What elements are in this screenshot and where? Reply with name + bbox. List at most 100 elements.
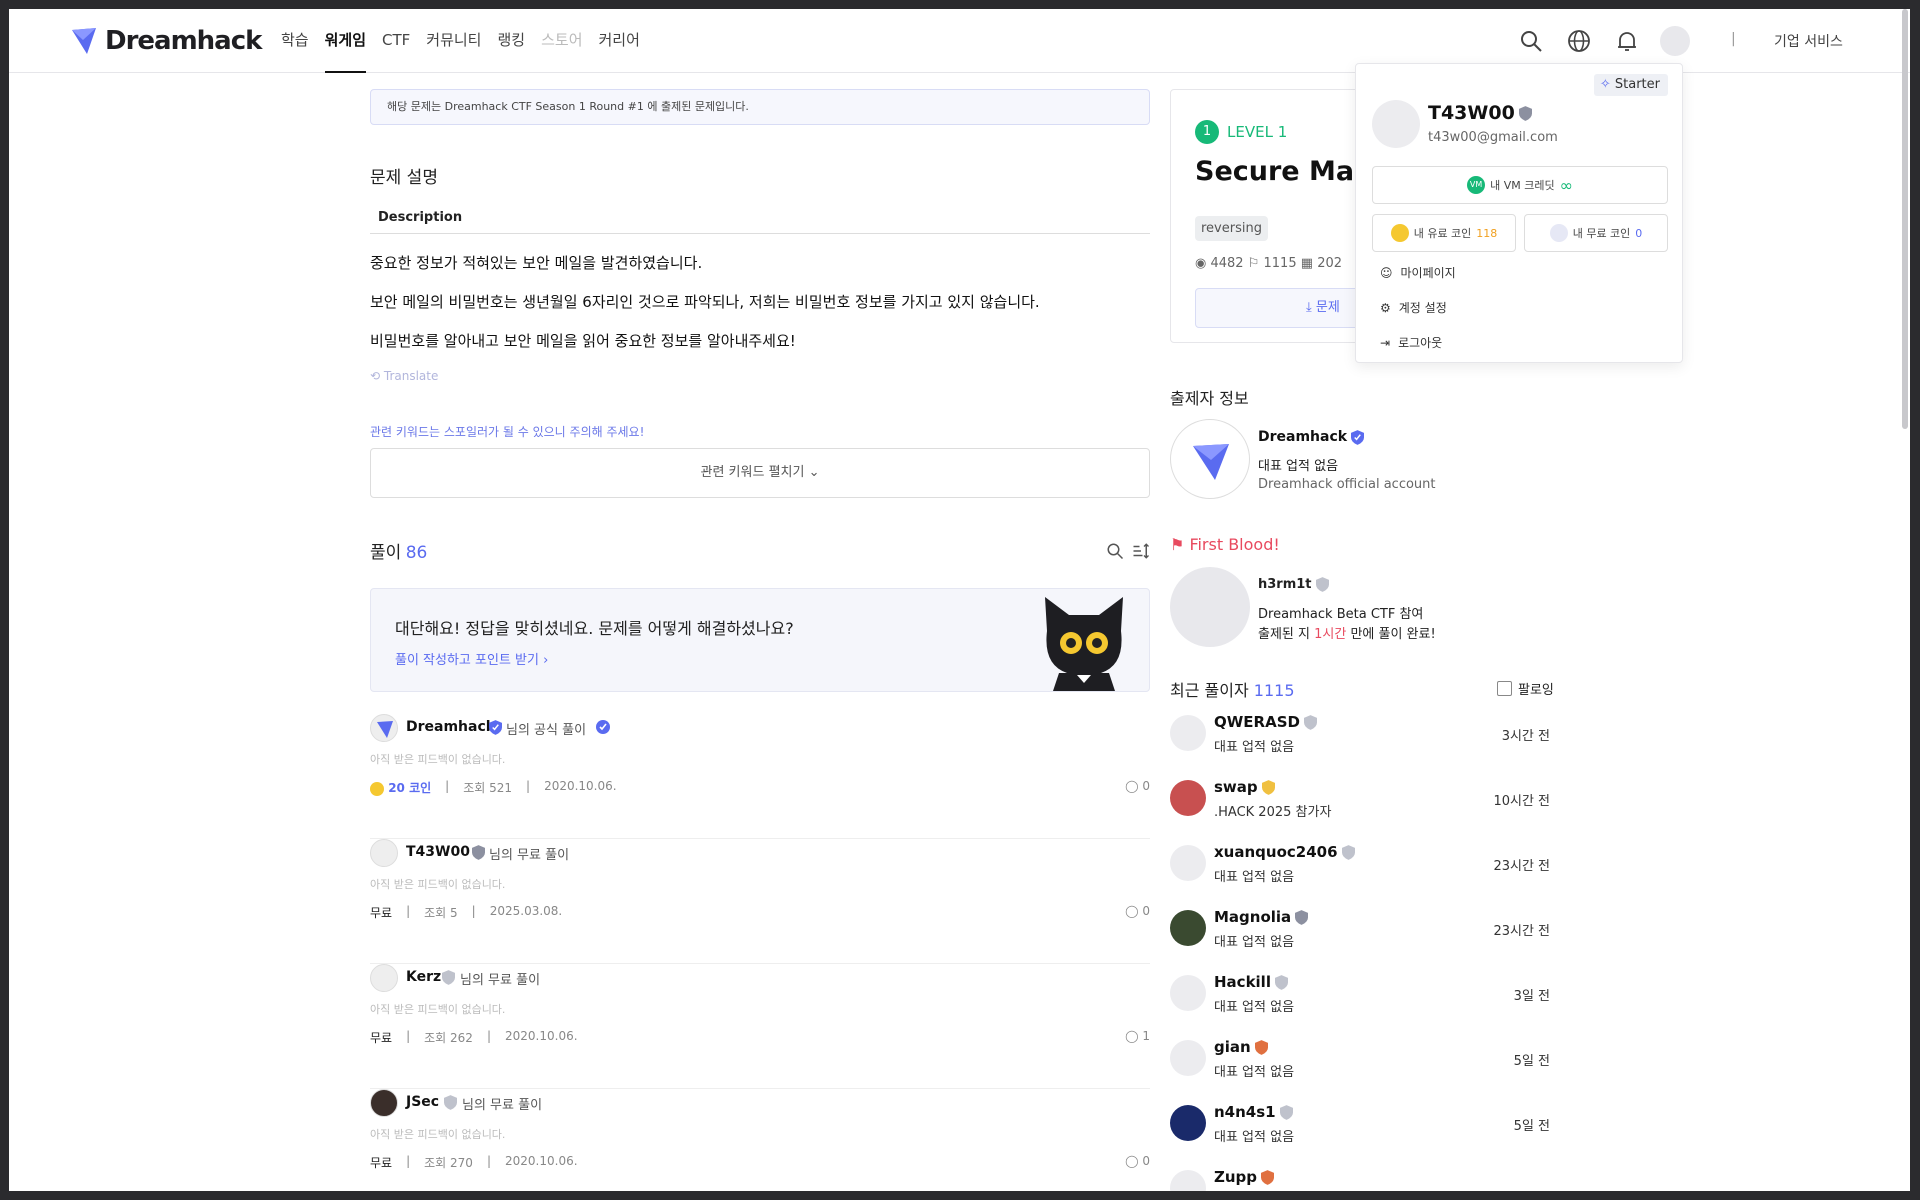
comment-count: ◯ 1 xyxy=(1125,1029,1150,1043)
keyword-expand-button[interactable]: 관련 키워드 펼치기 ⌄ xyxy=(370,448,1150,498)
nav-community[interactable]: 커뮤니티 xyxy=(426,9,481,73)
coin-price: 20 코인 xyxy=(370,779,431,796)
solution-author[interactable]: JSec xyxy=(406,1094,439,1110)
nav-career[interactable]: 커리어 Beta xyxy=(599,9,640,111)
solver-name[interactable]: gian xyxy=(1214,1038,1268,1056)
paid-coin-button[interactable]: 내 유료 코인 118 xyxy=(1372,214,1516,252)
solver-row[interactable]: Zupp xyxy=(1170,1160,1550,1191)
vm-icon: VM xyxy=(1467,176,1486,194)
menu-logout[interactable]: ⇥ 로그아웃 xyxy=(1380,334,1442,351)
solver-row[interactable]: Hackill 대표 업적 없음 3일 전 xyxy=(1170,965,1550,1025)
following-checkbox[interactable] xyxy=(1497,681,1512,696)
vm-credit-button[interactable]: VM 내 VM 크레딧 ∞ xyxy=(1372,166,1668,204)
avatar[interactable] xyxy=(1170,419,1250,499)
flag-icon: ⚐ xyxy=(1247,256,1260,271)
search-icon[interactable] xyxy=(1519,29,1543,53)
solver-achievement: 대표 업적 없음 xyxy=(1214,1130,1295,1145)
rank-badge-icon xyxy=(1518,106,1532,121)
avatar[interactable] xyxy=(1660,26,1690,56)
logout-icon: ⇥ xyxy=(1380,335,1391,350)
globe-icon[interactable] xyxy=(1567,29,1591,53)
solution-item[interactable]: Kerz 님의 무료 풀이 아직 받은 피드백이 없습니다. 무료 | 조회 262… xyxy=(370,964,1150,1089)
sort-icon[interactable] xyxy=(1132,542,1150,560)
solution-item[interactable]: Dreamhack 님의 공식 풀이 아직 받은 피드백이 없습니다. 20 코… xyxy=(370,714,1150,839)
translate-icon: ⟲ xyxy=(370,369,381,383)
nav-store[interactable]: 스토어 xyxy=(541,9,582,73)
solutions-label: 풀이 xyxy=(370,543,402,563)
first-blood-title: ⚑ First Blood! xyxy=(1170,535,1280,554)
solution-author[interactable]: Dreamhack xyxy=(406,719,495,735)
solver-row[interactable]: Magnolia 대표 업적 없음 23시간 전 xyxy=(1170,900,1550,960)
solution-meta: 무료 | 조회 262 | 2020.10.06. xyxy=(370,1029,578,1045)
first-blood-user[interactable]: h3rm1t xyxy=(1258,577,1329,592)
free-coin-button[interactable]: 내 무료 코인 0 xyxy=(1524,214,1668,252)
solver-name[interactable]: n4n4s1 xyxy=(1214,1103,1293,1121)
problem-main: 해당 문제는 Dreamhack CTF Season 1 Round #1 에… xyxy=(370,89,1150,1191)
solution-type: 님의 무료 풀이 xyxy=(460,973,541,988)
desc-paragraph: 보안 메일의 비밀번호는 생년월일 6자리인 것으로 파악되나, 저희는 비밀번… xyxy=(370,293,1040,311)
solver-achievement: 대표 업적 없음 xyxy=(1214,1065,1295,1080)
feedback-text: 아직 받은 피드백이 없습니다. xyxy=(370,878,506,891)
solver-time: 23시간 전 xyxy=(1493,924,1550,939)
solution-meta: 무료 | 조회 5 | 2025.03.08. xyxy=(370,904,563,920)
solver-name[interactable]: QWERASD xyxy=(1214,713,1317,731)
comment-count: ◯ 0 xyxy=(1125,1154,1150,1168)
solution-author[interactable]: Kerz xyxy=(406,969,441,985)
problem-stats: ◉ 4482 ⚐ 1115 ▦ 202 xyxy=(1195,256,1343,271)
avatar xyxy=(1170,715,1206,751)
enterprise-link[interactable]: 기업 서비스 xyxy=(1774,31,1843,51)
solver-name[interactable]: Zupp xyxy=(1214,1168,1275,1186)
solver-name[interactable]: Magnolia xyxy=(1214,908,1309,926)
rank-badge-icon xyxy=(442,970,455,985)
comment-icon: ◯ xyxy=(1125,1154,1139,1168)
solver-name[interactable]: xuanquoc2406 xyxy=(1214,843,1355,861)
solver-row[interactable]: n4n4s1 대표 업적 없음 5일 전 xyxy=(1170,1095,1550,1155)
solution-meta: 무료 | 조회 270 | 2020.10.06. xyxy=(370,1154,578,1170)
author-name[interactable]: Dreamhack xyxy=(1258,429,1365,445)
rank-badge-icon xyxy=(1254,1040,1268,1055)
solution-author[interactable]: T43W00 xyxy=(406,844,470,860)
solver-time: 5일 전 xyxy=(1513,1054,1550,1069)
feedback-text: 아직 받은 피드백이 없습니다. xyxy=(370,1003,506,1016)
solver-row[interactable]: QWERASD 대표 업적 없음 3시간 전 xyxy=(1170,705,1550,765)
solver-row[interactable]: gian 대표 업적 없음 5일 전 xyxy=(1170,1030,1550,1090)
avatar xyxy=(370,1089,398,1117)
bell-icon[interactable] xyxy=(1615,29,1639,53)
avatar[interactable] xyxy=(1170,567,1250,647)
chevron-down-icon: ⌄ xyxy=(808,465,820,480)
solution-item[interactable]: T43W00 님의 무료 풀이 아직 받은 피드백이 없습니다. 무료 | 조회 5… xyxy=(370,839,1150,964)
gear-icon: ⚙ xyxy=(1380,300,1391,315)
solver-name[interactable]: swap xyxy=(1214,778,1275,796)
dropdown-username: T43W00 xyxy=(1428,102,1532,124)
avatar xyxy=(1170,975,1206,1011)
rank-badge-icon xyxy=(1261,1170,1275,1185)
eye-icon: ◉ xyxy=(1195,256,1207,271)
solver-row[interactable]: xuanquoc2406 대표 업적 없음 23시간 전 xyxy=(1170,835,1550,895)
desc-paragraph: 중요한 정보가 적혀있는 보안 메일을 발견하였습니다. xyxy=(370,254,703,272)
write-solution-link[interactable]: 풀이 작성하고 포인트 받기 › xyxy=(395,649,548,668)
problem-tag[interactable]: reversing xyxy=(1195,216,1268,241)
menu-account-settings[interactable]: ⚙ 계정 설정 xyxy=(1380,299,1447,316)
solver-row[interactable]: swap .HACK 2025 참가자 10시간 전 xyxy=(1170,770,1550,830)
menu-mypage[interactable]: ☺ 마이페이지 xyxy=(1380,264,1456,281)
nav-wargame[interactable]: 워게임 xyxy=(324,9,367,73)
avatar xyxy=(370,964,398,992)
rank-badge-icon xyxy=(472,845,485,860)
solution-item[interactable]: JSec 님의 무료 풀이 아직 받은 피드백이 없습니다. 무료 | 조회 270… xyxy=(370,1089,1150,1191)
nav-ctf[interactable]: CTF xyxy=(382,9,410,73)
profile-dropdown: ✧ Starter T43W00 t43w00@gmail.com VM 내 VM… xyxy=(1355,63,1683,363)
scrollbar[interactable] xyxy=(1902,9,1908,429)
solver-name[interactable]: Hackill xyxy=(1214,973,1288,991)
rank-badge-icon xyxy=(1274,975,1288,990)
search-icon[interactable] xyxy=(1106,542,1124,560)
level-indicator: 1 LEVEL 1 xyxy=(1195,120,1287,144)
brand-logo[interactable]: Dreamhack xyxy=(69,25,262,57)
nav-learn[interactable]: 학습 xyxy=(281,9,309,73)
description-tab[interactable]: Description xyxy=(370,210,1150,234)
translate-button[interactable]: ⟲ Translate xyxy=(370,369,1150,383)
following-toggle[interactable]: 팔로잉 xyxy=(1497,679,1554,698)
main-nav: 학습 워게임 CTF 커뮤니티 랭킹 스토어 커리어 Beta xyxy=(281,9,640,111)
solution-type: 님의 무료 풀이 xyxy=(462,1098,543,1113)
nav-ranking[interactable]: 랭킹 xyxy=(497,9,525,73)
author-info: Dreamhack 대표 업적 없음 Dreamhack official ac… xyxy=(1170,419,1562,519)
